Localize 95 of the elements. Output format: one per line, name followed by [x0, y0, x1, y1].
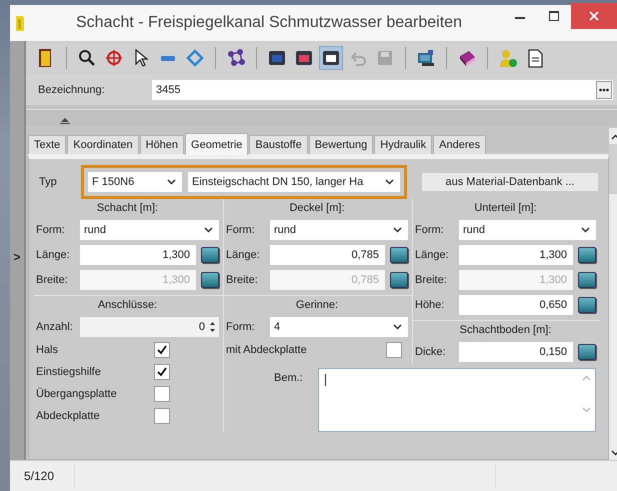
section-heading: Unterteil [m]:: [473, 201, 538, 216]
spin-arrows-icon: [209, 320, 216, 334]
close-button[interactable]: [571, 3, 617, 29]
name-field[interactable]: 3455: [152, 80, 613, 100]
checkbox[interactable]: [154, 342, 170, 358]
close-icon: [589, 11, 599, 21]
value-picker-button[interactable]: [201, 246, 219, 262]
checkmark-icon: [157, 345, 167, 355]
field-label: Form:: [36, 224, 66, 236]
field-label: Breite:: [36, 274, 69, 286]
dropdown[interactable]: rund: [80, 220, 219, 240]
ellipsis-icon: [599, 88, 609, 92]
tab[interactable]: Geometrie: [185, 133, 248, 155]
tab[interactable]: Koordinaten: [67, 135, 139, 154]
section-heading: Schacht [m]:: [96, 201, 160, 216]
checkbox[interactable]: [154, 364, 170, 380]
section-heading: Gerinne:: [294, 298, 340, 313]
dropdown[interactable]: F 150N6: [88, 172, 182, 192]
chevron-down-icon: [581, 226, 590, 232]
value-picker-button[interactable]: [578, 344, 596, 360]
checkbox-label: Übergangsplatte: [36, 388, 118, 400]
field-label: Form:: [415, 224, 445, 236]
number-field[interactable]: 1,300: [80, 244, 196, 264]
window-button[interactable]: [319, 46, 343, 70]
checkbox[interactable]: [154, 386, 170, 402]
tab[interactable]: Hydraulik: [374, 135, 432, 154]
number-field[interactable]: 0,650: [459, 294, 573, 314]
collapse-icon: [60, 116, 70, 124]
field-label: Höhe:: [415, 298, 446, 310]
save-icon: [375, 48, 395, 68]
window-icon: [294, 48, 314, 68]
checkbox-label: Einstiegshilfe: [36, 366, 102, 378]
section-heading: Schachtboden [m]:: [458, 323, 552, 338]
field-label: Typ: [38, 176, 58, 188]
number-field[interactable]: 0,150: [459, 342, 573, 362]
chevron-down-icon: [167, 179, 176, 185]
checkbox-label: Abdeckplatte: [36, 410, 101, 422]
number-field[interactable]: 1,300: [459, 244, 573, 264]
field-label: Bezeichnung:: [38, 84, 106, 96]
chevron-down-icon: [385, 179, 394, 185]
checkbox[interactable]: [154, 408, 170, 424]
network-icon: [226, 48, 246, 68]
tab[interactable]: Anderes: [433, 135, 486, 154]
value-picker-button[interactable]: [578, 272, 596, 288]
value-picker-button[interactable]: [390, 272, 408, 288]
field-label: Breite:: [415, 274, 448, 286]
field-label: Dicke:: [415, 346, 447, 358]
status-text: 5/120: [10, 464, 75, 488]
field-label: Bem.:: [274, 371, 304, 386]
minus-icon: [161, 56, 175, 60]
chevron-down-icon: [393, 226, 402, 232]
user-icon: [498, 48, 518, 68]
tab[interactable]: Höhen: [140, 135, 184, 154]
tab[interactable]: Baustoffe: [249, 135, 308, 154]
maximize-icon: [549, 11, 559, 21]
dropdown[interactable]: 4: [270, 316, 408, 336]
monitor-icon: [416, 48, 436, 68]
field-label: Form:: [226, 320, 256, 332]
splitter-arrow[interactable]: >: [13, 250, 20, 264]
chevron-down-icon: [204, 226, 213, 232]
search-icon: [77, 48, 97, 68]
window-icon: [267, 48, 287, 68]
value-picker-button[interactable]: [390, 246, 408, 262]
number-field[interactable]: 0,785: [270, 244, 385, 264]
window-icon: [321, 48, 341, 68]
diamond-icon: [185, 48, 205, 68]
dropdown[interactable]: rund: [270, 220, 408, 240]
crosshair-icon: [104, 48, 124, 68]
browse-button[interactable]: [596, 81, 612, 99]
value-picker-button[interactable]: [578, 246, 596, 262]
checkbox[interactable]: [386, 342, 402, 358]
window-title: Schacht - Freispiegelkanal Schmutzwasser bearbeiten: [76, 14, 463, 32]
checkmark-icon: [157, 367, 167, 377]
remark-field[interactable]: [318, 368, 596, 432]
database-button[interactable]: aus Material-Datenbank ...: [421, 172, 599, 192]
chevron-down-icon: [393, 324, 402, 330]
checkbox-label: mit Abdeckplatte: [226, 344, 307, 356]
field-label: Länge:: [36, 248, 71, 260]
field-label: Breite:: [226, 274, 259, 286]
field-label: Form:: [226, 224, 256, 236]
section-heading: Deckel [m]:: [288, 201, 346, 216]
app-icon: [14, 13, 26, 33]
field-label: Länge:: [415, 248, 450, 260]
book-icon: [457, 48, 477, 68]
tab[interactable]: Bewertung: [308, 135, 374, 154]
field-label: Länge:: [226, 248, 261, 260]
value-picker-button[interactable]: [578, 296, 596, 312]
tab[interactable]: Texte: [28, 135, 66, 154]
dropdown[interactable]: Einsteigschacht DN 150, langer Ha: [188, 172, 400, 192]
value-picker-button[interactable]: [201, 272, 219, 288]
section-heading: Anschlüsse:: [96, 298, 158, 313]
dropdown[interactable]: rund: [459, 220, 596, 240]
checkbox-label: Hals: [36, 344, 60, 356]
spin-field[interactable]: 0: [80, 316, 219, 336]
field-label: Anzahl:: [36, 320, 74, 332]
